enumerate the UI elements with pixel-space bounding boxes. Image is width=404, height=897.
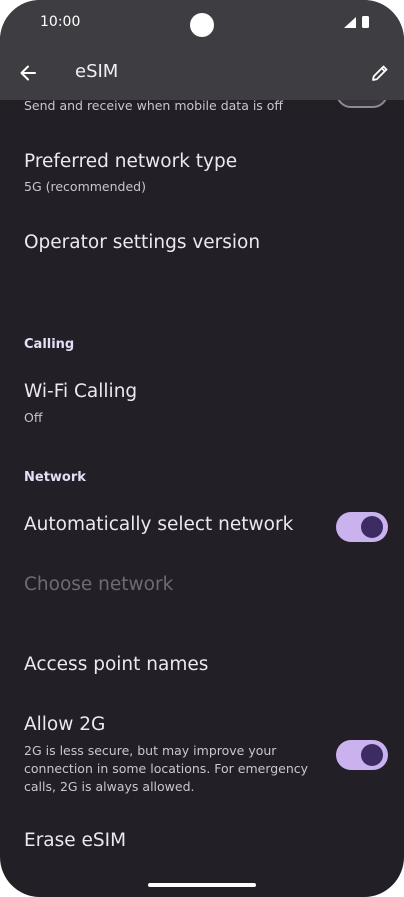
access-point-names-row[interactable]: Access point names [0, 642, 404, 692]
preferred-network-summary: 5G (recommended) [24, 179, 146, 194]
arrow-back-icon [20, 65, 36, 81]
edit-button[interactable] [366, 59, 394, 87]
status-time: 10:00 [40, 14, 81, 30]
data-roaming-summary: Send and receive when mobile data is off [24, 100, 284, 113]
pencil-icon [372, 65, 388, 81]
wifi-calling-row[interactable]: Wi-Fi Calling Off [0, 370, 404, 434]
auto-select-network-row[interactable]: Automatically select network [0, 502, 404, 552]
wifi-calling-title: Wi-Fi Calling [24, 381, 138, 402]
wifi-calling-summary: Off [24, 410, 43, 425]
preferred-network-title: Preferred network type [24, 151, 238, 172]
toggle-thumb [361, 744, 383, 766]
data-roaming-toggle[interactable] [336, 100, 388, 108]
erase-esim-title: Erase eSIM [24, 830, 127, 851]
app-bar: eSIM [0, 46, 404, 100]
status-bar: 10:00 [0, 0, 404, 46]
network-section-header: Network [24, 470, 86, 485]
operator-settings-title: Operator settings version [24, 232, 261, 253]
access-point-names-title: Access point names [24, 654, 209, 675]
auto-select-network-title: Automatically select network [24, 514, 294, 535]
cell-signal-icon [344, 17, 356, 28]
phone-screen: 10:00 eSIM Send and receive when mobile … [0, 0, 404, 897]
settings-list[interactable]: Send and receive when mobile data is off… [0, 100, 404, 897]
choose-network-row: Choose network [0, 562, 404, 612]
gesture-nav-handle[interactable] [148, 883, 256, 887]
allow-2g-row[interactable]: Allow 2G 2G is less secure, but may impr… [0, 704, 404, 804]
camera-cutout [190, 13, 214, 37]
page-title: eSIM [75, 61, 119, 82]
back-button[interactable] [14, 59, 42, 87]
erase-esim-row[interactable]: Erase eSIM [0, 818, 404, 868]
auto-select-network-toggle[interactable] [336, 512, 388, 542]
calling-section-header: Calling [24, 337, 75, 352]
allow-2g-summary: 2G is less secure, but may improve your … [24, 743, 309, 794]
allow-2g-title: Allow 2G [24, 714, 106, 735]
operator-settings-row[interactable]: Operator settings version [0, 220, 404, 270]
battery-icon [362, 16, 369, 28]
choose-network-title: Choose network [24, 574, 174, 595]
preferred-network-row[interactable]: Preferred network type 5G (recommended) [0, 140, 404, 204]
allow-2g-toggle[interactable] [336, 740, 388, 770]
toggle-thumb [361, 516, 383, 538]
